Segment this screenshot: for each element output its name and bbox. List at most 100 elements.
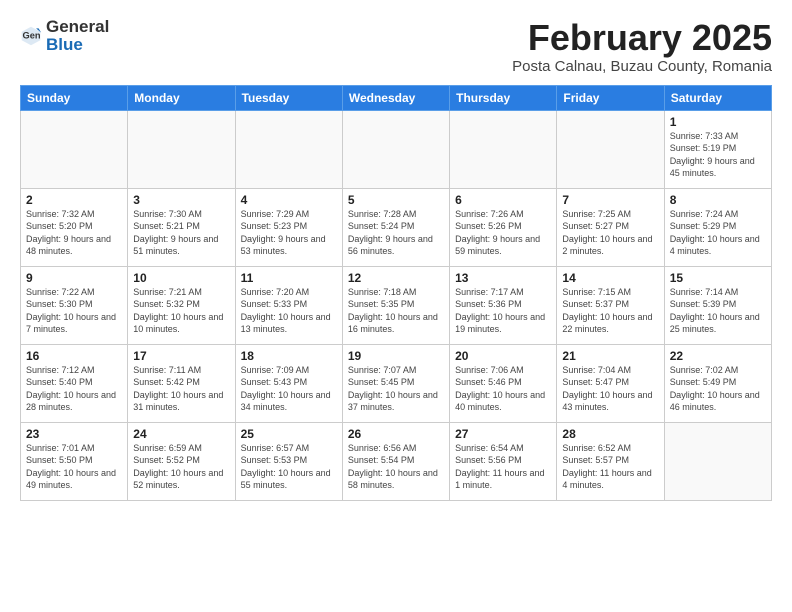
day-info: Sunrise: 7:04 AM Sunset: 5:47 PM Dayligh… — [562, 364, 658, 414]
day-info: Sunrise: 7:09 AM Sunset: 5:43 PM Dayligh… — [241, 364, 337, 414]
calendar-cell: 11Sunrise: 7:20 AM Sunset: 5:33 PM Dayli… — [235, 266, 342, 344]
day-info: Sunrise: 7:07 AM Sunset: 5:45 PM Dayligh… — [348, 364, 444, 414]
calendar-cell: 12Sunrise: 7:18 AM Sunset: 5:35 PM Dayli… — [342, 266, 449, 344]
calendar-cell: 24Sunrise: 6:59 AM Sunset: 5:52 PM Dayli… — [128, 422, 235, 500]
day-number: 20 — [455, 349, 551, 363]
day-number: 4 — [241, 193, 337, 207]
svg-text:Gen: Gen — [23, 30, 41, 40]
day-info: Sunrise: 7:06 AM Sunset: 5:46 PM Dayligh… — [455, 364, 551, 414]
weekday-header-sunday: Sunday — [21, 85, 128, 110]
day-info: Sunrise: 7:25 AM Sunset: 5:27 PM Dayligh… — [562, 208, 658, 258]
day-number: 9 — [26, 271, 122, 285]
day-info: Sunrise: 7:18 AM Sunset: 5:35 PM Dayligh… — [348, 286, 444, 336]
day-number: 21 — [562, 349, 658, 363]
calendar-cell: 17Sunrise: 7:11 AM Sunset: 5:42 PM Dayli… — [128, 344, 235, 422]
day-info: Sunrise: 6:54 AM Sunset: 5:56 PM Dayligh… — [455, 442, 551, 492]
header-area: Gen General Blue February 2025 Posta Cal… — [20, 18, 772, 75]
day-info: Sunrise: 6:57 AM Sunset: 5:53 PM Dayligh… — [241, 442, 337, 492]
day-number: 7 — [562, 193, 658, 207]
day-number: 28 — [562, 427, 658, 441]
week-row-3: 16Sunrise: 7:12 AM Sunset: 5:40 PM Dayli… — [21, 344, 772, 422]
weekday-header-row: SundayMondayTuesdayWednesdayThursdayFrid… — [21, 85, 772, 110]
day-info: Sunrise: 7:01 AM Sunset: 5:50 PM Dayligh… — [26, 442, 122, 492]
day-number: 15 — [670, 271, 766, 285]
calendar-cell: 18Sunrise: 7:09 AM Sunset: 5:43 PM Dayli… — [235, 344, 342, 422]
day-number: 25 — [241, 427, 337, 441]
calendar-cell: 23Sunrise: 7:01 AM Sunset: 5:50 PM Dayli… — [21, 422, 128, 500]
day-number: 23 — [26, 427, 122, 441]
calendar-cell — [235, 110, 342, 188]
day-info: Sunrise: 7:33 AM Sunset: 5:19 PM Dayligh… — [670, 130, 766, 180]
weekday-header-thursday: Thursday — [450, 85, 557, 110]
day-info: Sunrise: 7:14 AM Sunset: 5:39 PM Dayligh… — [670, 286, 766, 336]
day-info: Sunrise: 6:56 AM Sunset: 5:54 PM Dayligh… — [348, 442, 444, 492]
calendar-cell: 19Sunrise: 7:07 AM Sunset: 5:45 PM Dayli… — [342, 344, 449, 422]
logo-blue: Blue — [46, 36, 109, 54]
day-number: 8 — [670, 193, 766, 207]
day-number: 19 — [348, 349, 444, 363]
day-number: 5 — [348, 193, 444, 207]
day-number: 2 — [26, 193, 122, 207]
calendar-cell: 21Sunrise: 7:04 AM Sunset: 5:47 PM Dayli… — [557, 344, 664, 422]
day-info: Sunrise: 6:52 AM Sunset: 5:57 PM Dayligh… — [562, 442, 658, 492]
day-number: 22 — [670, 349, 766, 363]
calendar-cell: 20Sunrise: 7:06 AM Sunset: 5:46 PM Dayli… — [450, 344, 557, 422]
calendar-cell: 5Sunrise: 7:28 AM Sunset: 5:24 PM Daylig… — [342, 188, 449, 266]
day-number: 3 — [133, 193, 229, 207]
calendar-cell: 15Sunrise: 7:14 AM Sunset: 5:39 PM Dayli… — [664, 266, 771, 344]
day-number: 18 — [241, 349, 337, 363]
day-number: 10 — [133, 271, 229, 285]
weekday-header-tuesday: Tuesday — [235, 85, 342, 110]
week-row-0: 1Sunrise: 7:33 AM Sunset: 5:19 PM Daylig… — [21, 110, 772, 188]
day-number: 14 — [562, 271, 658, 285]
day-info: Sunrise: 7:11 AM Sunset: 5:42 PM Dayligh… — [133, 364, 229, 414]
day-number: 17 — [133, 349, 229, 363]
calendar-cell — [21, 110, 128, 188]
day-info: Sunrise: 7:20 AM Sunset: 5:33 PM Dayligh… — [241, 286, 337, 336]
calendar-cell: 22Sunrise: 7:02 AM Sunset: 5:49 PM Dayli… — [664, 344, 771, 422]
day-number: 13 — [455, 271, 551, 285]
calendar-cell: 3Sunrise: 7:30 AM Sunset: 5:21 PM Daylig… — [128, 188, 235, 266]
week-row-2: 9Sunrise: 7:22 AM Sunset: 5:30 PM Daylig… — [21, 266, 772, 344]
day-info: Sunrise: 7:26 AM Sunset: 5:26 PM Dayligh… — [455, 208, 551, 258]
calendar-table: SundayMondayTuesdayWednesdayThursdayFrid… — [20, 85, 772, 501]
calendar-cell — [450, 110, 557, 188]
calendar-cell: 13Sunrise: 7:17 AM Sunset: 5:36 PM Dayli… — [450, 266, 557, 344]
calendar-cell: 16Sunrise: 7:12 AM Sunset: 5:40 PM Dayli… — [21, 344, 128, 422]
calendar-cell: 27Sunrise: 6:54 AM Sunset: 5:56 PM Dayli… — [450, 422, 557, 500]
weekday-header-monday: Monday — [128, 85, 235, 110]
calendar-cell: 6Sunrise: 7:26 AM Sunset: 5:26 PM Daylig… — [450, 188, 557, 266]
logo-text: General Blue — [46, 18, 109, 54]
logo-icon: Gen — [20, 25, 42, 47]
day-number: 1 — [670, 115, 766, 129]
day-info: Sunrise: 7:17 AM Sunset: 5:36 PM Dayligh… — [455, 286, 551, 336]
day-info: Sunrise: 7:32 AM Sunset: 5:20 PM Dayligh… — [26, 208, 122, 258]
day-info: Sunrise: 7:12 AM Sunset: 5:40 PM Dayligh… — [26, 364, 122, 414]
calendar-cell: 2Sunrise: 7:32 AM Sunset: 5:20 PM Daylig… — [21, 188, 128, 266]
day-info: Sunrise: 7:22 AM Sunset: 5:30 PM Dayligh… — [26, 286, 122, 336]
calendar-cell: 7Sunrise: 7:25 AM Sunset: 5:27 PM Daylig… — [557, 188, 664, 266]
day-number: 6 — [455, 193, 551, 207]
logo-general: General — [46, 18, 109, 36]
calendar-cell: 10Sunrise: 7:21 AM Sunset: 5:32 PM Dayli… — [128, 266, 235, 344]
calendar-cell: 4Sunrise: 7:29 AM Sunset: 5:23 PM Daylig… — [235, 188, 342, 266]
calendar-cell — [557, 110, 664, 188]
calendar-cell: 25Sunrise: 6:57 AM Sunset: 5:53 PM Dayli… — [235, 422, 342, 500]
day-info: Sunrise: 6:59 AM Sunset: 5:52 PM Dayligh… — [133, 442, 229, 492]
day-number: 12 — [348, 271, 444, 285]
weekday-header-saturday: Saturday — [664, 85, 771, 110]
calendar-cell — [342, 110, 449, 188]
day-info: Sunrise: 7:30 AM Sunset: 5:21 PM Dayligh… — [133, 208, 229, 258]
calendar-cell: 28Sunrise: 6:52 AM Sunset: 5:57 PM Dayli… — [557, 422, 664, 500]
day-info: Sunrise: 7:24 AM Sunset: 5:29 PM Dayligh… — [670, 208, 766, 258]
day-info: Sunrise: 7:02 AM Sunset: 5:49 PM Dayligh… — [670, 364, 766, 414]
day-info: Sunrise: 7:28 AM Sunset: 5:24 PM Dayligh… — [348, 208, 444, 258]
day-number: 26 — [348, 427, 444, 441]
calendar-cell: 14Sunrise: 7:15 AM Sunset: 5:37 PM Dayli… — [557, 266, 664, 344]
calendar-cell: 8Sunrise: 7:24 AM Sunset: 5:29 PM Daylig… — [664, 188, 771, 266]
calendar-page: Gen General Blue February 2025 Posta Cal… — [0, 0, 792, 612]
calendar-cell: 9Sunrise: 7:22 AM Sunset: 5:30 PM Daylig… — [21, 266, 128, 344]
day-number: 24 — [133, 427, 229, 441]
day-number: 27 — [455, 427, 551, 441]
day-info: Sunrise: 7:21 AM Sunset: 5:32 PM Dayligh… — [133, 286, 229, 336]
